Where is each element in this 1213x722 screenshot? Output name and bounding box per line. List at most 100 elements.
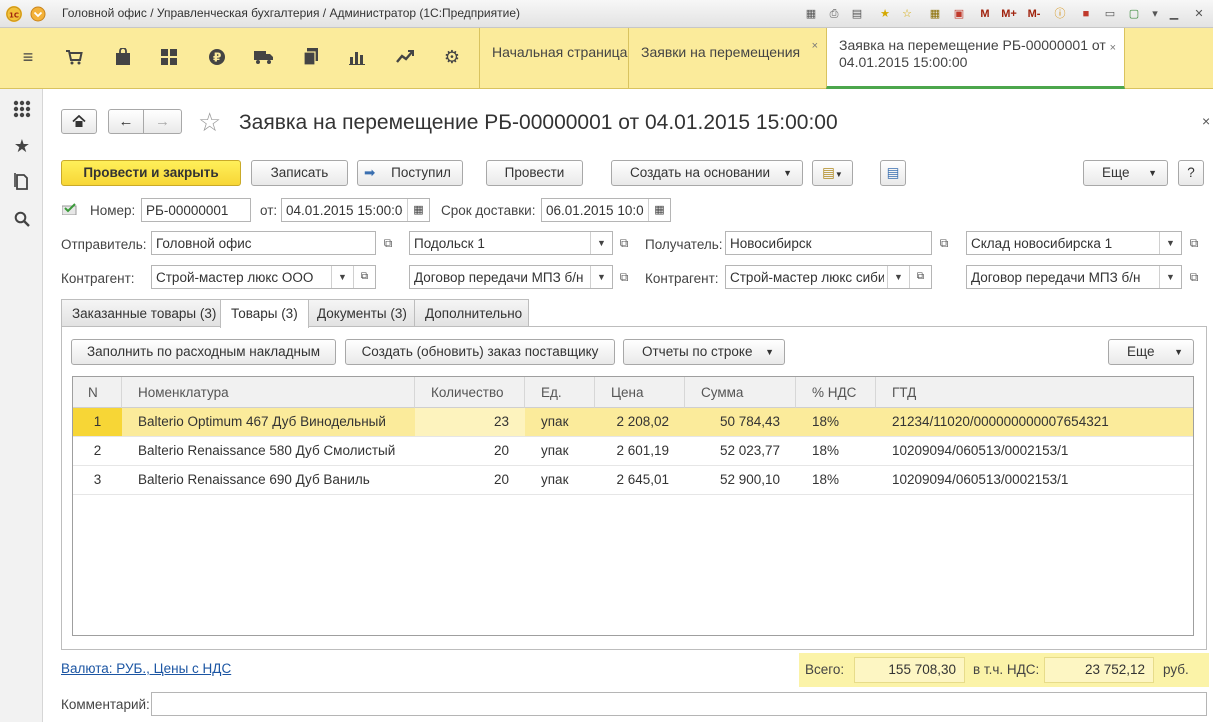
help-button[interactable]: ? xyxy=(1178,160,1204,186)
contract-field[interactable]: ▼ xyxy=(409,265,613,289)
delivery-date-input[interactable] xyxy=(542,199,648,221)
chevron-down-icon[interactable]: ▼ xyxy=(887,266,909,288)
row-sum[interactable]: 52 900,10 xyxy=(685,466,796,494)
column-header-price[interactable]: Цена xyxy=(595,377,685,408)
chevron-down-icon[interactable]: ▼ xyxy=(590,266,612,288)
stop-icon[interactable]: ■ xyxy=(1077,5,1095,23)
counterparty-field[interactable]: ▼ ⧉ xyxy=(151,265,376,289)
recipient-warehouse-field[interactable]: ▼ xyxy=(966,231,1182,255)
row-vat[interactable]: 18% xyxy=(796,466,876,494)
row-price[interactable]: 2 645,01 xyxy=(595,466,685,494)
row-price[interactable]: 2 208,02 xyxy=(595,408,685,436)
tab-additional[interactable]: Дополнительно xyxy=(414,299,529,326)
calculator-icon[interactable]: ▦ xyxy=(926,5,944,23)
open-link-icon[interactable]: ⧉ xyxy=(909,266,931,288)
contract2-field[interactable]: ▼ xyxy=(966,265,1182,289)
create-based-on-button[interactable]: Создать на основании ▼ xyxy=(611,160,803,186)
column-header-vat[interactable]: % НДС xyxy=(796,377,876,408)
tab-transfer-request-document[interactable]: Заявка на перемещение РБ-00000001 от 04.… xyxy=(826,28,1125,89)
favorite-star-icon[interactable]: ☆ xyxy=(198,108,221,136)
preview-icon[interactable]: ▤ xyxy=(848,5,866,23)
favorites-icon[interactable]: ☆ xyxy=(898,5,916,23)
sender-warehouse-input[interactable] xyxy=(410,232,590,254)
row-unit[interactable]: упак xyxy=(525,408,595,436)
tab-documents[interactable]: Документы (3) xyxy=(306,299,418,326)
contract2-input[interactable] xyxy=(967,266,1159,288)
open-link-icon[interactable]: ⧉ xyxy=(378,233,398,253)
calendar-icon[interactable]: ▦ xyxy=(648,199,670,221)
counterparty2-field[interactable]: ▼ ⧉ xyxy=(725,265,932,289)
chevron-down-icon[interactable]: ▼ xyxy=(590,232,612,254)
more-button[interactable]: Еще ▼ xyxy=(1083,160,1168,186)
row-number[interactable]: 3 xyxy=(73,466,122,494)
memory-plus-button[interactable]: M+ xyxy=(997,5,1021,23)
warehouse-icon[interactable] xyxy=(156,44,182,70)
sender-field[interactable] xyxy=(151,231,376,255)
comment-field[interactable] xyxy=(151,692,1207,716)
contract-input[interactable] xyxy=(410,266,590,288)
comment-input[interactable] xyxy=(152,693,1206,715)
number-field[interactable] xyxy=(141,198,251,222)
home-button[interactable] xyxy=(61,109,97,134)
date-input[interactable] xyxy=(282,199,407,221)
column-header-sum[interactable]: Сумма xyxy=(685,377,796,408)
window-add-icon[interactable]: ▢ xyxy=(1125,5,1143,23)
tab-home-page[interactable]: Начальная страница xyxy=(479,28,637,89)
memory-minus-button[interactable]: M- xyxy=(1023,5,1045,23)
row-unit[interactable]: упак xyxy=(525,466,595,494)
memory-m-button[interactable]: M xyxy=(976,5,994,23)
favorites-add-icon[interactable]: ★ xyxy=(876,5,894,23)
window-icon[interactable]: ▭ xyxy=(1101,5,1119,23)
counterparty2-input[interactable] xyxy=(726,266,888,288)
write-button[interactable]: Записать xyxy=(251,160,348,186)
open-link-icon[interactable]: ⧉ xyxy=(1184,233,1204,253)
report-structure-button[interactable]: ▤ xyxy=(880,160,906,186)
goods-table[interactable]: N Номенклатура Количество Ед. Цена Сумма… xyxy=(72,376,1194,636)
row-quantity[interactable]: 20 xyxy=(415,466,525,494)
row-gtd[interactable]: 21234/11020/000000000007654321 xyxy=(876,408,1193,436)
fill-by-invoices-button[interactable]: Заполнить по расходным накладным xyxy=(71,339,336,365)
row-sum[interactable]: 52 023,77 xyxy=(685,437,796,465)
row-gtd[interactable]: 10209094/060513/0002153/1 xyxy=(876,466,1193,494)
row-number[interactable]: 1 xyxy=(73,408,122,436)
row-price[interactable]: 2 601,19 xyxy=(595,437,685,465)
bag-icon[interactable] xyxy=(110,44,136,70)
table-row[interactable]: 3 Balterio Renaissance 690 Дуб Ваниль 20… xyxy=(73,466,1193,495)
column-header-unit[interactable]: Ед. xyxy=(525,377,595,408)
row-number[interactable]: 2 xyxy=(73,437,122,465)
save-icon[interactable]: ▦ xyxy=(802,5,820,23)
cart-icon[interactable] xyxy=(61,44,87,70)
open-link-icon[interactable]: ⧉ xyxy=(614,233,634,253)
table-more-button[interactable]: Еще ▼ xyxy=(1108,339,1194,365)
chevron-down-icon[interactable]: ▼ xyxy=(1159,266,1181,288)
number-input[interactable] xyxy=(142,199,250,221)
received-button[interactable]: ➡ Поступил xyxy=(357,160,463,186)
chevron-down-icon[interactable]: ▼ xyxy=(331,266,353,288)
column-header-quantity[interactable]: Количество xyxy=(415,377,525,408)
open-link-icon[interactable]: ⧉ xyxy=(1184,267,1204,287)
row-nomenclature[interactable]: Balterio Renaissance 580 Дуб Смолистый xyxy=(122,437,415,465)
row-nomenclature[interactable]: Balterio Optimum 467 Дуб Винодельный xyxy=(122,408,415,436)
favorites-star-icon[interactable]: ★ xyxy=(10,134,34,158)
calendar-icon[interactable]: ▣ xyxy=(950,5,968,23)
row-unit[interactable]: упак xyxy=(525,437,595,465)
row-quantity[interactable]: 23 xyxy=(415,408,525,436)
row-vat[interactable]: 18% xyxy=(796,408,876,436)
row-gtd[interactable]: 10209094/060513/0002153/1 xyxy=(876,437,1193,465)
close-window-icon[interactable]: ✕ xyxy=(1190,5,1208,23)
ruble-icon[interactable]: ₽ xyxy=(204,44,230,70)
row-nomenclature[interactable]: Balterio Renaissance 690 Дуб Ваниль xyxy=(122,466,415,494)
tools-dropdown-icon[interactable]: ▾ xyxy=(1146,5,1164,23)
tab-goods[interactable]: Товары (3) xyxy=(220,299,309,328)
table-row[interactable]: 1 Balterio Optimum 467 Дуб Винодельный 2… xyxy=(73,408,1193,437)
open-link-icon[interactable]: ⧉ xyxy=(614,267,634,287)
open-link-icon[interactable]: ⧉ xyxy=(353,266,375,288)
search-icon[interactable] xyxy=(10,207,34,231)
delivery-date-field[interactable]: ▦ xyxy=(541,198,671,222)
column-header-n[interactable]: N xyxy=(73,377,122,408)
forward-button[interactable]: → xyxy=(143,109,182,134)
documents-icon[interactable] xyxy=(298,44,324,70)
bar-chart-icon[interactable] xyxy=(344,44,370,70)
print-icon[interactable]: ⎙ xyxy=(825,5,843,23)
sender-warehouse-field[interactable]: ▼ xyxy=(409,231,613,255)
